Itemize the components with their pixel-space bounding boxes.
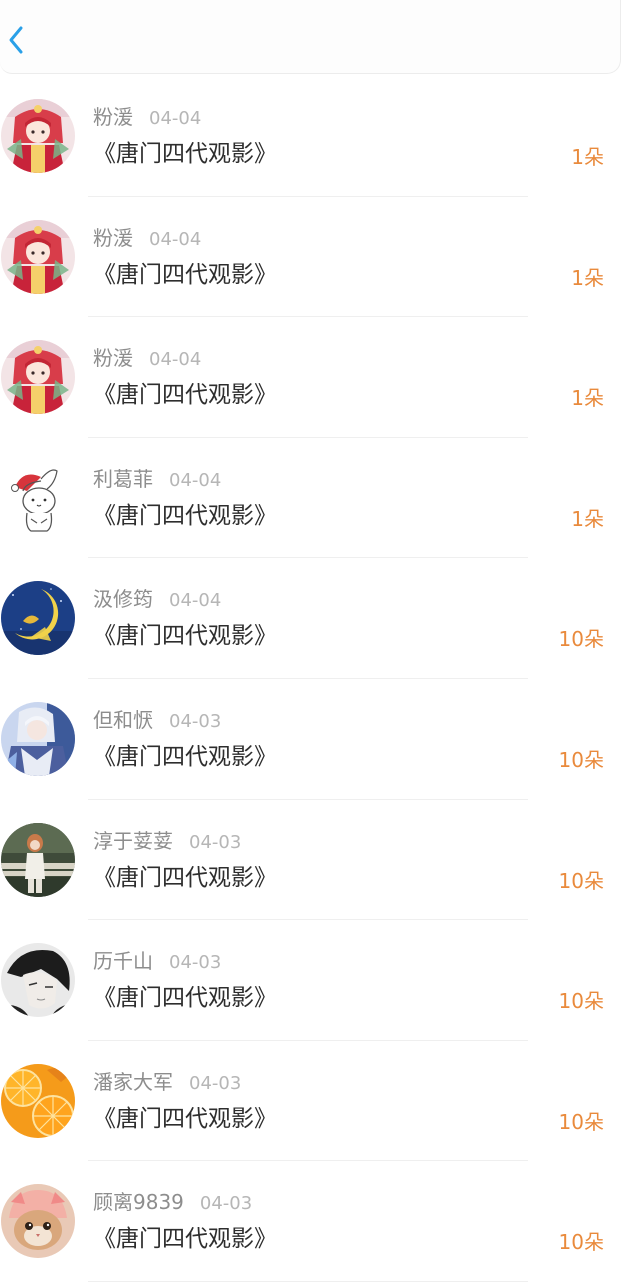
book-title[interactable]: 《唐门四代观影》 (93, 621, 277, 651)
entry-date: 04-03 (169, 952, 222, 974)
avatar-image (1, 581, 75, 656)
avatar-cat-in-hat[interactable] (1, 1184, 75, 1259)
gift-record-list: 粉湲 04-04 《唐门四代观影》 1朵 粉湲 04-04 《唐门四代观影》 1朵 (0, 76, 623, 1282)
flower-count: 10朵 (558, 989, 604, 1014)
entry-date: 04-04 (149, 349, 202, 371)
back-button[interactable] (2, 22, 30, 58)
avatar-image (1, 1184, 75, 1259)
book-title[interactable]: 《唐门四代观影》 (93, 260, 277, 290)
list-item[interactable]: 利葛菲 04-04 《唐门四代观影》 1朵 (0, 438, 623, 559)
chevron-left-icon (9, 26, 23, 54)
book-title[interactable]: 《唐门四代观影》 (93, 742, 277, 772)
avatar-image (1, 1063, 75, 1138)
user-info: 历千山 04-03 (93, 948, 221, 976)
book-title[interactable]: 《唐门四代观影》 (93, 501, 277, 531)
book-title[interactable]: 《唐门四代观影》 (93, 380, 277, 410)
flower-count: 10朵 (558, 1109, 604, 1134)
user-info: 但和恹 04-03 (93, 707, 221, 735)
flower-count: 10朵 (558, 1230, 604, 1255)
user-name[interactable]: 粉湲 (93, 105, 133, 129)
avatar-crescent-moon-night[interactable] (1, 581, 75, 656)
list-item[interactable]: 但和恹 04-03 《唐门四代观影》 10朵 (0, 679, 623, 800)
entry-date: 04-04 (149, 108, 202, 129)
flower-count: 1朵 (571, 145, 604, 169)
avatar-image (1, 943, 75, 1018)
avatar-anime-knight-blue[interactable] (1, 701, 75, 776)
avatar-image (1, 99, 75, 173)
user-info: 淳于荽荽 04-03 (93, 828, 241, 856)
list-item[interactable]: 顾离9839 04-03 《唐门四代观影》 10朵 (0, 1161, 623, 1282)
avatar-anime-girl-red[interactable] (1, 219, 75, 294)
list-item[interactable]: 粉湲 04-04 《唐门四代观影》 1朵 (0, 197, 623, 318)
entry-date: 04-04 (169, 590, 222, 612)
user-name[interactable]: 粉湲 (93, 346, 133, 370)
entry-date: 04-03 (169, 710, 222, 732)
entry-date: 04-04 (169, 469, 222, 491)
entry-date: 04-03 (189, 1072, 242, 1094)
avatar-image (1, 701, 75, 776)
user-name[interactable]: 但和恹 (93, 708, 153, 732)
avatar-image (1, 219, 75, 294)
avatar-girl-on-bench[interactable] (1, 822, 75, 897)
user-info: 粉湲 04-04 (93, 345, 201, 373)
avatar-anime-girl-red[interactable] (1, 340, 75, 415)
flower-count: 1朵 (571, 386, 604, 411)
list-item[interactable]: 汲修筠 04-04 《唐门四代观影》 10朵 (0, 558, 623, 679)
user-info: 潘家大军 04-03 (93, 1069, 241, 1097)
user-info: 汲修筠 04-04 (93, 586, 221, 614)
book-title[interactable]: 《唐门四代观影》 (93, 1104, 277, 1134)
list-item[interactable]: 淳于荽荽 04-03 《唐门四代观影》 10朵 (0, 800, 623, 921)
user-info: 粉湲 04-04 (93, 104, 201, 132)
avatar-orange-slices[interactable] (1, 1063, 75, 1138)
user-info: 粉湲 04-04 (93, 225, 201, 253)
flower-count: 1朵 (571, 506, 604, 531)
list-item[interactable]: 粉湲 04-04 《唐门四代观影》 1朵 (0, 76, 623, 197)
avatar-anime-girl-red[interactable] (1, 99, 75, 173)
avatar-dark-haired-boy[interactable] (1, 943, 75, 1018)
user-name[interactable]: 粉湲 (93, 226, 133, 250)
book-title[interactable]: 《唐门四代观影》 (93, 863, 277, 893)
book-title[interactable]: 《唐门四代观影》 (93, 1224, 277, 1254)
book-title[interactable]: 《唐门四代观影》 (93, 983, 277, 1013)
top-bar (0, 0, 621, 74)
entry-date: 04-03 (199, 1193, 253, 1215)
list-item[interactable]: 粉湲 04-04 《唐门四代观影》 1朵 (0, 317, 623, 438)
entry-date: 04-03 (189, 831, 242, 853)
flower-count: 10朵 (558, 747, 604, 772)
user-name[interactable]: 淳于荽荽 (93, 829, 173, 853)
user-name[interactable]: 历千山 (93, 949, 153, 973)
flower-count: 10朵 (558, 627, 604, 652)
avatar-bunny-santa-hat[interactable] (1, 460, 75, 535)
avatar-image (1, 340, 75, 415)
user-info: 利葛菲 04-04 (93, 466, 221, 494)
list-item[interactable]: 潘家大军 04-03 《唐门四代观影》 10朵 (0, 1041, 623, 1162)
flower-count: 10朵 (558, 868, 604, 893)
entry-date: 04-04 (149, 228, 202, 250)
list-item[interactable]: 历千山 04-03 《唐门四代观影》 10朵 (0, 920, 623, 1041)
user-name[interactable]: 顾离9839 (93, 1190, 184, 1214)
book-title[interactable]: 《唐门四代观影》 (93, 139, 277, 169)
avatar-image (1, 822, 75, 897)
flower-count: 1朵 (571, 265, 604, 290)
user-info: 顾离9839 04-03 (93, 1189, 252, 1217)
user-name[interactable]: 利葛菲 (93, 467, 153, 491)
avatar-image (1, 460, 75, 535)
user-name[interactable]: 汲修筠 (93, 587, 153, 611)
user-name[interactable]: 潘家大军 (93, 1070, 173, 1094)
